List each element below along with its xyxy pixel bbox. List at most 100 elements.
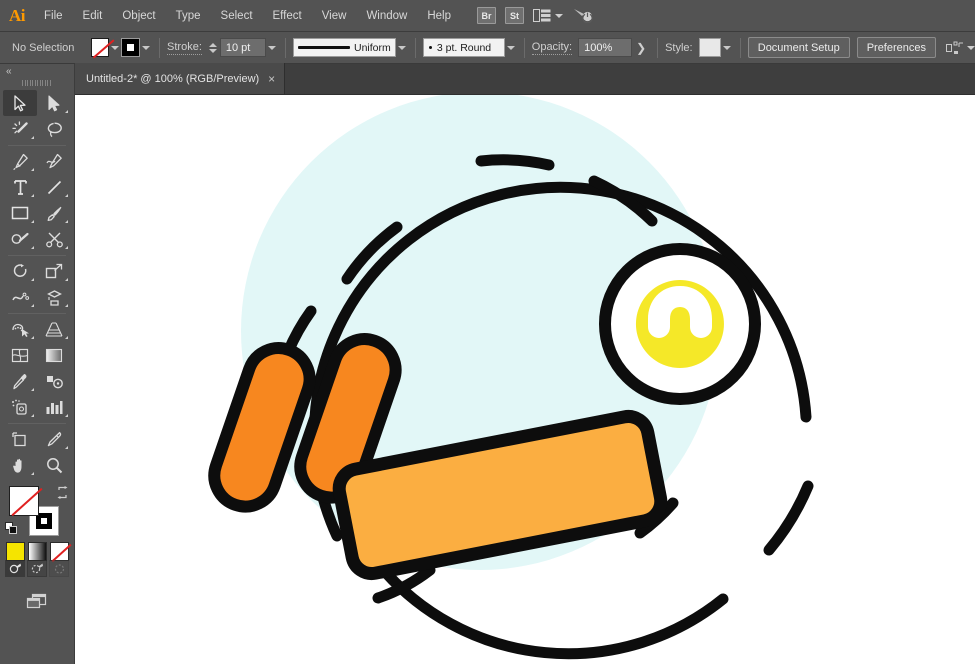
- change-screen-mode-button[interactable]: [24, 591, 50, 611]
- hand-tool[interactable]: [3, 452, 37, 478]
- preferences-button[interactable]: Preferences: [857, 37, 936, 58]
- pen-tool[interactable]: [3, 148, 37, 174]
- stroke-color-swatch[interactable]: [121, 38, 140, 57]
- shape-builder-tool[interactable]: [3, 316, 37, 342]
- stroke-weight-input[interactable]: 10 pt: [220, 38, 266, 57]
- line-segment-tool[interactable]: [37, 174, 71, 200]
- workspace-switcher-button[interactable]: [533, 9, 563, 22]
- brush-definition-dropdown[interactable]: [505, 38, 517, 57]
- fill-color-swatch[interactable]: [91, 38, 110, 57]
- color-mode-button[interactable]: [6, 542, 25, 561]
- stroke-profile-label: Uniform: [354, 42, 391, 54]
- document-tab-title: Untitled-2* @ 100% (RGB/Preview): [86, 73, 259, 85]
- free-transform-tool[interactable]: [37, 284, 71, 310]
- align-transform-icon: [946, 41, 964, 55]
- bridge-button[interactable]: Br: [477, 7, 496, 24]
- type-tool[interactable]: [3, 174, 37, 200]
- divider: [524, 38, 525, 58]
- draw-behind-button[interactable]: [27, 560, 47, 577]
- brush-definition-label: 3 pt. Round: [437, 42, 491, 54]
- paintbrush-tool[interactable]: [37, 200, 71, 226]
- scissors-tool[interactable]: [37, 226, 71, 252]
- width-tool[interactable]: [3, 284, 37, 310]
- stroke-weight-stepper[interactable]: [209, 43, 217, 53]
- draw-inside-button[interactable]: [49, 560, 69, 577]
- opacity-options-arrow[interactable]: ❯: [632, 41, 650, 55]
- none-mode-button[interactable]: [50, 542, 69, 561]
- stock-button[interactable]: St: [505, 7, 524, 24]
- screen-mode-group: [0, 591, 74, 611]
- symbol-sprayer-tool[interactable]: [3, 394, 37, 420]
- control-bar: No Selection Stroke: 10 pt Uniform 3 pt.…: [0, 32, 975, 64]
- document-tab[interactable]: Untitled-2* @ 100% (RGB/Preview) ×: [75, 63, 285, 94]
- menu-item-view[interactable]: View: [312, 0, 357, 32]
- collapse-panel-icon[interactable]: «: [6, 66, 11, 77]
- document-setup-button[interactable]: Document Setup: [748, 37, 850, 58]
- artboard-tool[interactable]: [3, 426, 37, 452]
- stroke-profile-select[interactable]: Uniform: [293, 38, 396, 57]
- flat-emoji-face-illustration[interactable]: [75, 95, 975, 664]
- default-fill-stroke-icon[interactable]: [5, 522, 18, 535]
- tool-grid: [0, 88, 74, 478]
- divider: [415, 38, 416, 58]
- perspective-grid-tool[interactable]: [37, 316, 71, 342]
- stroke-swatch-dropdown[interactable]: [140, 38, 152, 57]
- graphic-style-swatch[interactable]: [699, 38, 721, 57]
- menu-item-select[interactable]: Select: [211, 0, 263, 32]
- divider: [159, 38, 160, 58]
- menu-bar: Ai File Edit Object Type Select Effect V…: [0, 0, 975, 32]
- uniform-profile-icon: [298, 46, 350, 49]
- rotate-tool[interactable]: [3, 258, 37, 284]
- align-options-button[interactable]: [946, 41, 975, 55]
- rectangle-tool[interactable]: [3, 200, 37, 226]
- brush-definition-select[interactable]: 3 pt. Round: [423, 38, 505, 57]
- document-tab-bar: Untitled-2* @ 100% (RGB/Preview) ×: [75, 64, 975, 95]
- lasso-tool[interactable]: [37, 116, 71, 142]
- menu-item-type[interactable]: Type: [166, 0, 211, 32]
- menu-item-help[interactable]: Help: [417, 0, 461, 32]
- brush-dot-icon: [429, 46, 432, 49]
- tools-panel: «: [0, 64, 75, 664]
- fill-indicator[interactable]: [9, 486, 39, 516]
- chevron-down-icon: [555, 14, 563, 18]
- draw-normal-button[interactable]: [5, 560, 25, 577]
- mesh-tool[interactable]: [3, 342, 37, 368]
- gradient-mode-button[interactable]: [28, 542, 47, 561]
- menu-item-window[interactable]: Window: [356, 0, 417, 32]
- document-canvas[interactable]: [75, 95, 975, 664]
- menu-item-object[interactable]: Object: [112, 0, 165, 32]
- adobe-stock-search-button[interactable]: [572, 5, 594, 26]
- search-adobe-stock-icon: [572, 5, 594, 23]
- shaper-tool[interactable]: [3, 226, 37, 252]
- workspace-switcher-icon: [533, 9, 551, 22]
- gradient-tool[interactable]: [37, 342, 71, 368]
- stroke-weight-label[interactable]: Stroke:: [167, 41, 202, 55]
- selection-status-label: No Selection: [6, 42, 91, 54]
- selection-tool[interactable]: [3, 90, 37, 116]
- menu-bar-right-group: Br St: [477, 5, 594, 26]
- swap-fill-stroke-icon[interactable]: [56, 486, 69, 499]
- menu-item-edit[interactable]: Edit: [73, 0, 113, 32]
- blend-tool[interactable]: [37, 368, 71, 394]
- eyedropper-tool[interactable]: [3, 368, 37, 394]
- curvature-tool[interactable]: [37, 148, 71, 174]
- direct-selection-tool[interactable]: [37, 90, 71, 116]
- slice-tool[interactable]: [37, 426, 71, 452]
- close-icon[interactable]: ×: [268, 73, 275, 85]
- ai-logo-icon: Ai: [0, 0, 34, 32]
- menu-item-effect[interactable]: Effect: [263, 0, 312, 32]
- scale-tool[interactable]: [37, 258, 71, 284]
- opacity-input[interactable]: 100%: [578, 38, 632, 57]
- chevron-down-icon: [967, 46, 975, 50]
- column-graph-tool[interactable]: [37, 394, 71, 420]
- illustrator-window: Ai File Edit Object Type Select Effect V…: [0, 0, 975, 664]
- panel-grip-icon[interactable]: [0, 78, 74, 88]
- stroke-weight-dropdown[interactable]: [266, 38, 278, 57]
- opacity-label[interactable]: Opacity:: [532, 41, 572, 55]
- menu-item-file[interactable]: File: [34, 0, 73, 32]
- zoom-tool[interactable]: [37, 452, 71, 478]
- graphic-style-dropdown[interactable]: [721, 38, 733, 57]
- stroke-profile-dropdown[interactable]: [396, 38, 408, 57]
- divider: [740, 38, 741, 58]
- magic-wand-tool[interactable]: [3, 116, 37, 142]
